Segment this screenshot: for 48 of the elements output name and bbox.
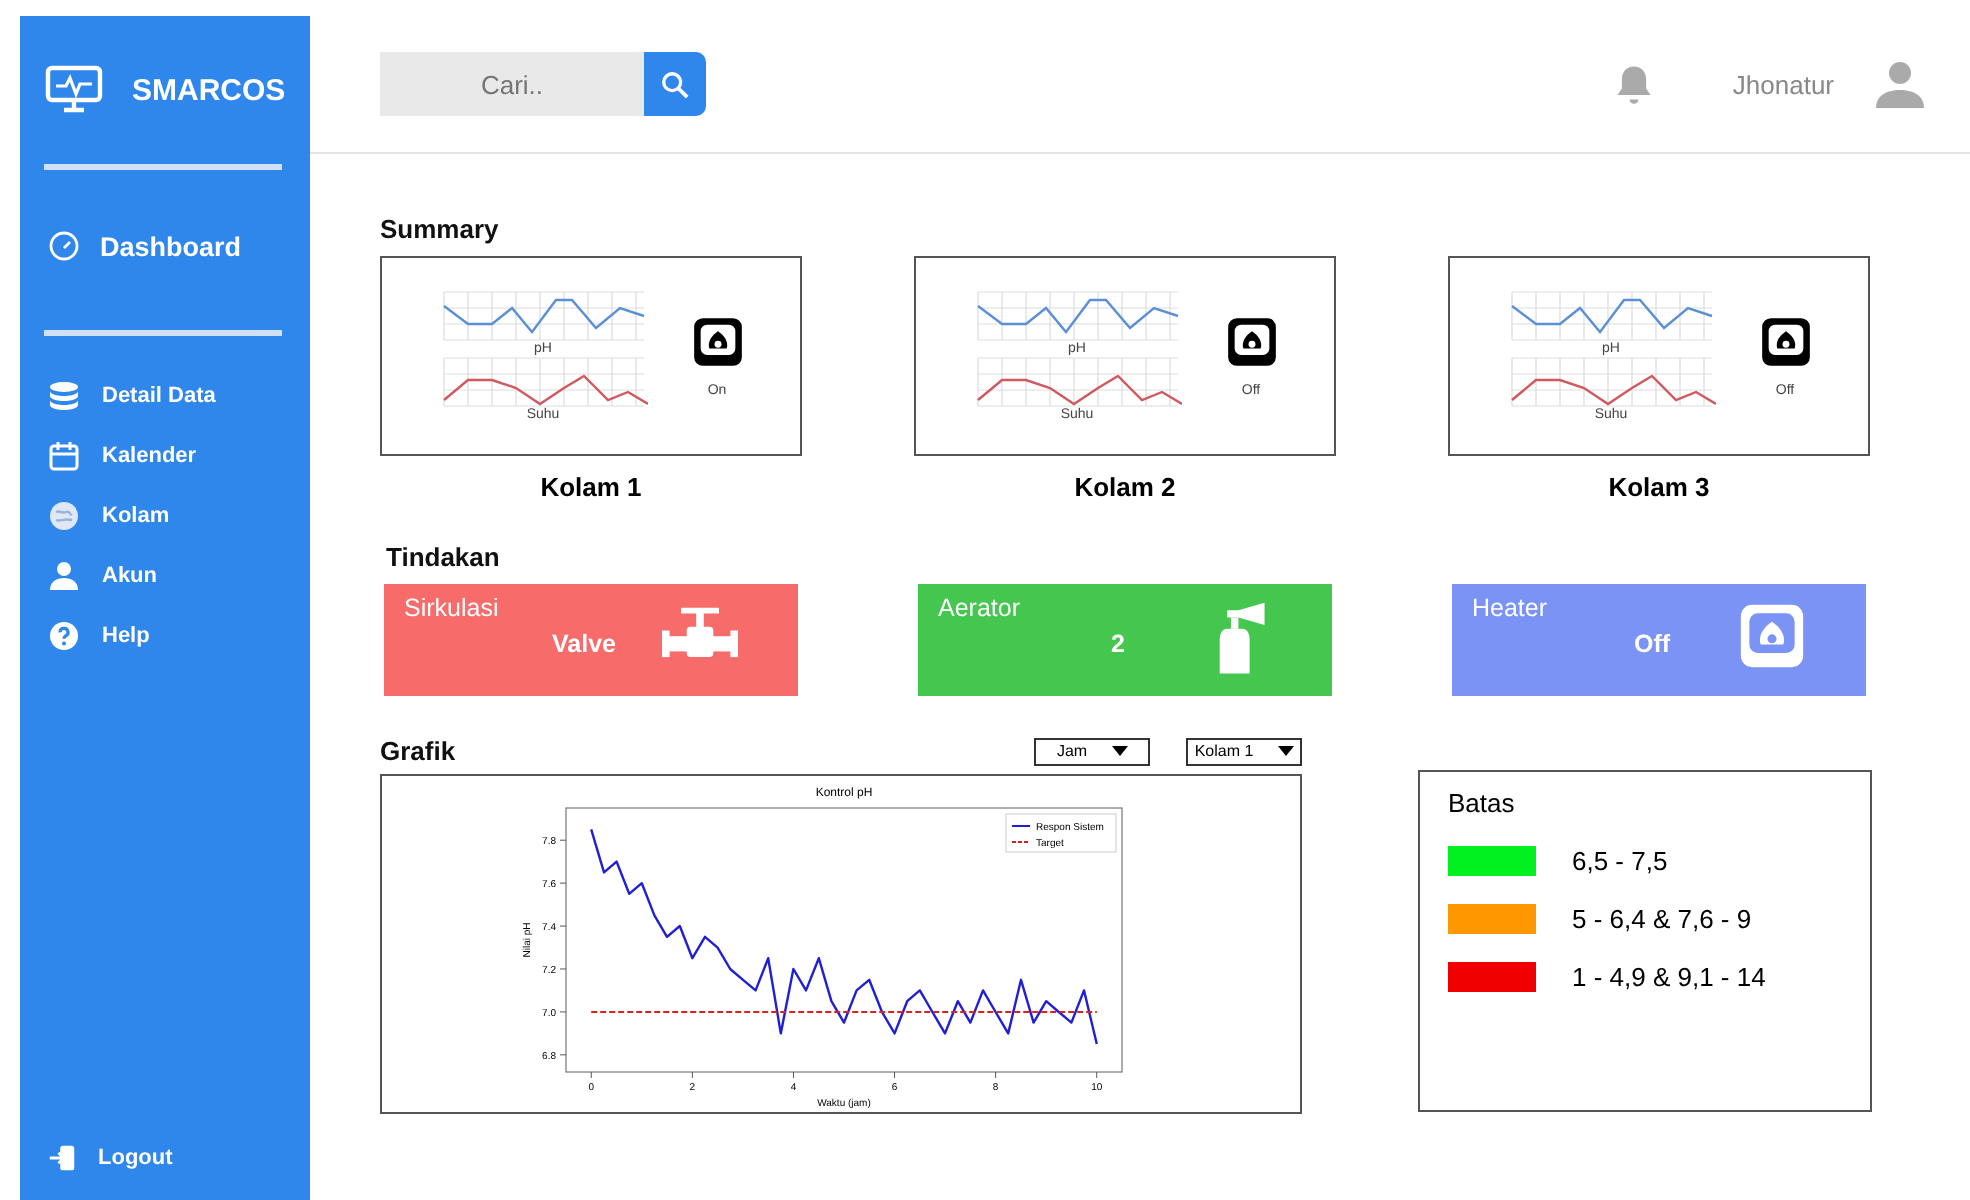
dropdown[interactable]: Jam [1034,737,1150,765]
sidebar-item[interactable]: Dashboard [48,230,310,262]
action-value: Valve [550,630,618,658]
range-label: 6,5 - 7,5 [1572,846,1668,876]
dropdown[interactable]: Kolam 1 [1186,737,1302,765]
search-icon [660,69,690,99]
heater-icon [691,315,743,367]
heater-icon [1225,315,1277,367]
range-label: 5 - 6,4 & 7,6 - 9 [1572,904,1752,934]
pond-name: Kolam 2 [1074,472,1176,502]
action-label: Heater [1472,594,1548,622]
logout-link[interactable]: Logout [48,1144,310,1172]
gauge-icon [48,230,80,262]
action-label: Aerator [938,594,1020,622]
monitor-pulse-icon [44,64,104,116]
caret-icon [1277,746,1294,756]
sidebar-item[interactable]: Detail Data [48,380,310,412]
range-label: 1 - 4,9 & 9,1 - 14 [1572,962,1766,992]
calendar-icon [48,440,80,472]
app-name: SMARCOS [132,73,286,107]
heater-icon [1738,602,1806,670]
search-field[interactable]: Cari.. [380,52,644,116]
sidebar-item[interactable]: Kolam [48,500,310,532]
search-button[interactable] [644,52,706,116]
user-icon [48,560,80,592]
user-name: Jhonatur [1732,69,1834,99]
pond-name: Kolam 3 [1608,472,1710,502]
user-avatar-icon[interactable] [1874,60,1926,108]
section-title: Grafik [380,736,456,766]
logout-icon [48,1144,76,1172]
action-card[interactable]: Aerator 2 [918,584,1332,696]
panel-title: Batas [1448,788,1517,818]
globe-icon [48,500,80,532]
action-card[interactable]: Sirkulasi Valve [384,584,798,696]
action-value: Off [1631,630,1673,658]
action-label: Sirkulasi [404,594,499,622]
pond-name: Kolam 1 [540,472,642,502]
action-value: 2 [1109,630,1127,658]
action-card[interactable]: Heater Off [1452,584,1866,696]
database-icon [48,380,80,412]
section-title: Summary [380,214,501,244]
sidebar-item[interactable]: Akun [48,560,310,592]
sidebar-item[interactable]: Kalender [48,440,310,472]
help-icon [48,620,80,652]
caret-icon [1111,746,1128,756]
sidebar-item[interactable]: Help [48,620,310,652]
section-title: Tindakan [386,542,502,572]
heater-icon [1759,315,1811,367]
